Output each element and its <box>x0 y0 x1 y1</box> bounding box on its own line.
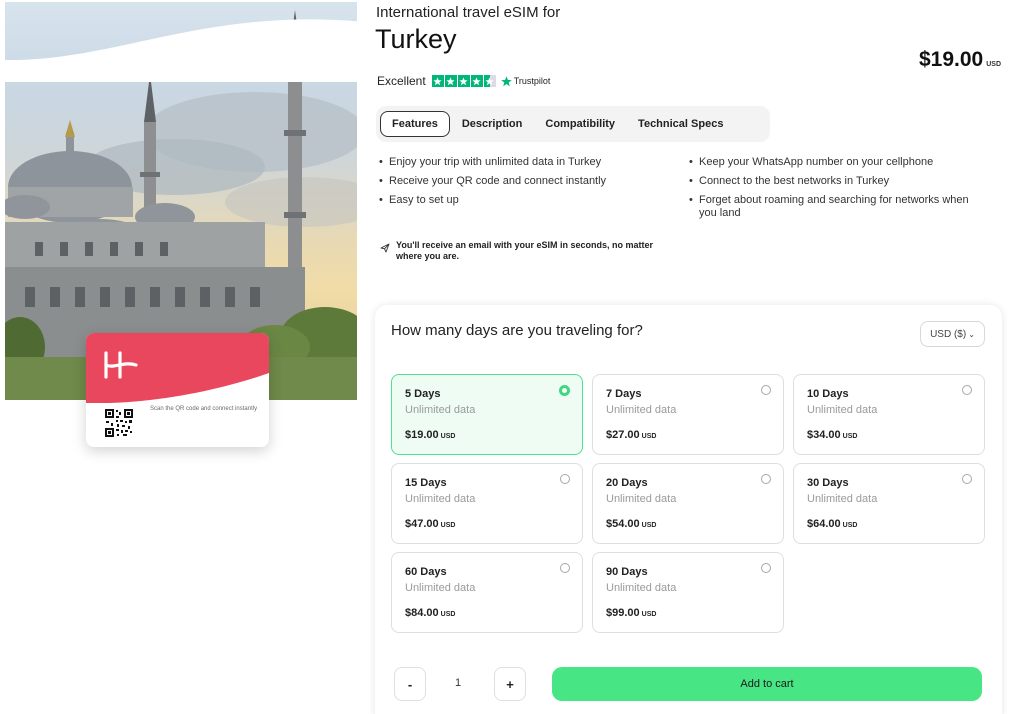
plan-days: 20 Days <box>606 477 648 489</box>
plan-price: $54.00 USD <box>606 518 657 530</box>
holafly-logo-icon <box>104 351 138 379</box>
product-price-amount: $19.00 <box>918 48 984 71</box>
list-item: Keep your WhatsApp number on your cellph… <box>689 156 989 169</box>
currency-select-value: USD ($) <box>930 328 967 340</box>
quantity-decrease-button[interactable]: - <box>394 667 426 701</box>
plan-option-10-days[interactable]: 10 Days Unlimited data $34.00 USD <box>793 374 985 455</box>
plan-radio[interactable] <box>559 385 570 396</box>
star-icon <box>470 75 483 87</box>
add-to-cart-button[interactable]: Add to cart <box>552 667 982 701</box>
chevron-down-icon: ⌄ <box>968 329 975 339</box>
email-note: You'll receive an email with your eSIM i… <box>380 240 680 262</box>
product-price: $19.00 USD <box>919 48 1001 72</box>
star-icon <box>431 75 444 87</box>
product-tabs: Features Description Compatibility Techn… <box>376 106 770 142</box>
plan-option-7-days[interactable]: 7 Days Unlimited data $27.00 USD <box>592 374 784 455</box>
plan-option-20-days[interactable]: 20 Days Unlimited data $54.00 USD <box>592 463 784 544</box>
product-eyebrow: International travel eSIM for <box>376 4 561 21</box>
product-title: Turkey <box>375 24 457 54</box>
plan-price: $84.00 USD <box>405 607 456 619</box>
plan-radio[interactable] <box>560 563 570 573</box>
trustpilot-star-icon <box>500 75 512 86</box>
plan-option-30-days[interactable]: 30 Days Unlimited data $64.00 USD <box>793 463 985 544</box>
email-note-text: You'll receive an email with your eSIM i… <box>396 240 654 261</box>
plan-days: 15 Days <box>405 477 447 489</box>
plan-radio[interactable] <box>761 474 771 484</box>
tab-technical-specs[interactable]: Technical Specs <box>627 112 734 136</box>
plan-option-5-days[interactable]: 5 Days Unlimited data $19.00 USD <box>391 374 583 455</box>
esim-card-preview: Scan the QR code and connect instantly <box>86 333 269 447</box>
plan-days: 10 Days <box>807 388 849 400</box>
quantity-increase-button[interactable]: + <box>494 667 526 701</box>
rating-label: Excellent <box>377 74 426 88</box>
plan-option-90-days[interactable]: 90 Days Unlimited data $99.00 USD <box>592 552 784 633</box>
rating-stars <box>431 75 496 87</box>
plan-radio[interactable] <box>962 474 972 484</box>
plan-price: $47.00 USD <box>405 518 456 530</box>
list-item: Enjoy your trip with unlimited data in T… <box>379 156 669 169</box>
plan-data: Unlimited data <box>405 404 476 416</box>
star-icon <box>457 75 470 87</box>
tab-features[interactable]: Features <box>380 111 450 137</box>
plan-selector-title: How many days are you traveling for? <box>391 322 643 339</box>
plan-option-15-days[interactable]: 15 Days Unlimited data $47.00 USD <box>391 463 583 544</box>
features-list-left: Enjoy your trip with unlimited data in T… <box>379 156 669 213</box>
plan-selector-panel: How many days are you traveling for? USD… <box>375 305 1002 714</box>
plan-days: 60 Days <box>405 566 447 578</box>
paper-plane-icon <box>380 243 390 253</box>
list-item: Forget about roaming and searching for n… <box>689 194 989 220</box>
tab-compatibility[interactable]: Compatibility <box>534 112 626 136</box>
plan-data: Unlimited data <box>807 493 878 505</box>
star-icon <box>444 75 457 87</box>
plan-radio[interactable] <box>761 385 771 395</box>
plan-data: Unlimited data <box>606 404 677 416</box>
hero-curve <box>5 19 357 82</box>
list-item: Easy to set up <box>379 194 669 207</box>
currency-select[interactable]: USD ($) ⌄ <box>920 321 985 347</box>
plan-radio[interactable] <box>962 385 972 395</box>
plan-days: 90 Days <box>606 566 648 578</box>
plan-price: $34.00 USD <box>807 429 858 441</box>
features-list-right: Keep your WhatsApp number on your cellph… <box>689 156 989 226</box>
plan-days: 7 Days <box>606 388 642 400</box>
trustpilot-label: Trustpilot <box>513 76 551 86</box>
plan-data: Unlimited data <box>405 493 476 505</box>
esim-card-instructions: Scan the QR code and connect instantly <box>150 406 258 412</box>
qr-code-icon <box>104 408 134 438</box>
plan-data: Unlimited data <box>405 582 476 594</box>
plan-price: $99.00 USD <box>606 607 657 619</box>
star-half-icon <box>483 75 496 87</box>
product-price-currency: USD <box>986 61 1001 68</box>
plan-days: 5 Days <box>405 388 441 400</box>
trustpilot-rating[interactable]: Excellent Trustpilot <box>377 74 550 88</box>
plan-days: 30 Days <box>807 477 849 489</box>
plan-price: $64.00 USD <box>807 518 858 530</box>
plan-data: Unlimited data <box>606 582 677 594</box>
plan-price: $27.00 USD <box>606 429 657 441</box>
plan-radio[interactable] <box>560 474 570 484</box>
quantity-value: 1 <box>455 677 462 689</box>
plan-data: Unlimited data <box>606 493 677 505</box>
tab-description[interactable]: Description <box>451 112 534 136</box>
plan-option-60-days[interactable]: 60 Days Unlimited data $84.00 USD <box>391 552 583 633</box>
plan-data: Unlimited data <box>807 404 878 416</box>
plan-radio[interactable] <box>761 563 771 573</box>
trustpilot-logo: Trustpilot <box>500 75 551 87</box>
list-item: Receive your QR code and connect instant… <box>379 175 669 188</box>
list-item: Connect to the best networks in Turkey <box>689 175 989 188</box>
plan-price: $19.00 USD <box>405 429 456 441</box>
